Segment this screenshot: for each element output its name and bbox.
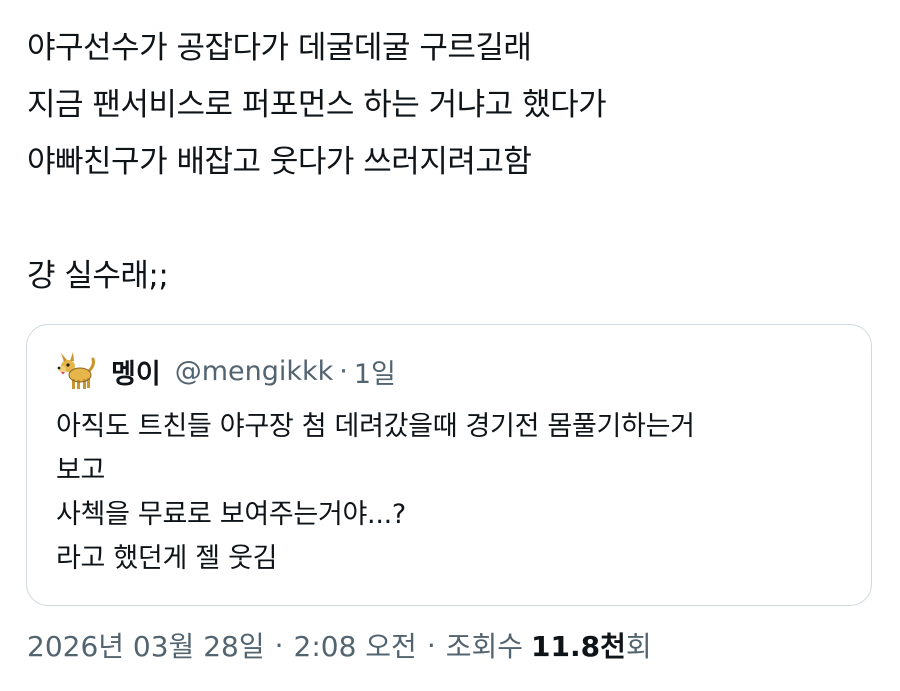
tweet-line: 걍 실수래;; bbox=[27, 258, 169, 294]
quoted-timestamp[interactable]: 1일 bbox=[354, 352, 396, 391]
quoted-tweet-text: 아직도 트친들 야구장 첨 데려갔을때 경기전 몸풀기하는거 보고 사첵을 무료… bbox=[56, 405, 856, 581]
views-label: 조회수 bbox=[445, 630, 524, 663]
views-count: 11.8천 bbox=[531, 630, 626, 663]
quoted-line: 보고 bbox=[56, 455, 106, 486]
tweet-text: 야구선수가 공잡다가 데굴데굴 구르길래 지금 팬서비스로 퍼포먼스 하는 거냐… bbox=[27, 20, 877, 305]
tweet-time[interactable]: 2:08 오전 bbox=[294, 625, 417, 665]
dog-avatar-icon[interactable] bbox=[55, 349, 99, 393]
quoted-tweet-card[interactable]: 멩이 @mengikkk · 1일 아직도 트친들 야구장 첨 데려갔을때 경기… bbox=[26, 324, 872, 606]
tweet-line: 야빠친구가 배잡고 웃다가 쓰러지려고함 bbox=[27, 144, 532, 180]
tweet-date[interactable]: 2026년 03월 28일 bbox=[27, 625, 265, 665]
tweet-metadata: 2026년 03월 28일 · 2:08 오전 · 조회수 11.8천 회 bbox=[27, 622, 652, 668]
views-suffix: 회 bbox=[625, 630, 652, 663]
quoted-line: 아직도 트친들 야구장 첨 데려갔을때 경기전 몸풀기하는거 bbox=[56, 411, 695, 442]
quoted-line: 사첵을 무료로 보여주는거야...? bbox=[56, 499, 406, 530]
meta-separator: · bbox=[426, 628, 436, 662]
tweet-line: 야구선수가 공잡다가 데굴데굴 구르길래 bbox=[27, 30, 532, 66]
header-separator: · bbox=[339, 355, 348, 387]
tweet-line: 지금 팬서비스로 퍼포먼스 하는 거냐고 했다가 bbox=[27, 87, 607, 123]
quoted-tweet-header: 멩이 @mengikkk · 1일 bbox=[55, 349, 396, 393]
meta-separator: · bbox=[274, 628, 284, 662]
quoted-display-name[interactable]: 멩이 bbox=[111, 352, 161, 391]
quoted-line: 라고 했던게 젤 웃김 bbox=[56, 543, 278, 574]
quoted-handle[interactable]: @mengikkk bbox=[175, 356, 334, 387]
